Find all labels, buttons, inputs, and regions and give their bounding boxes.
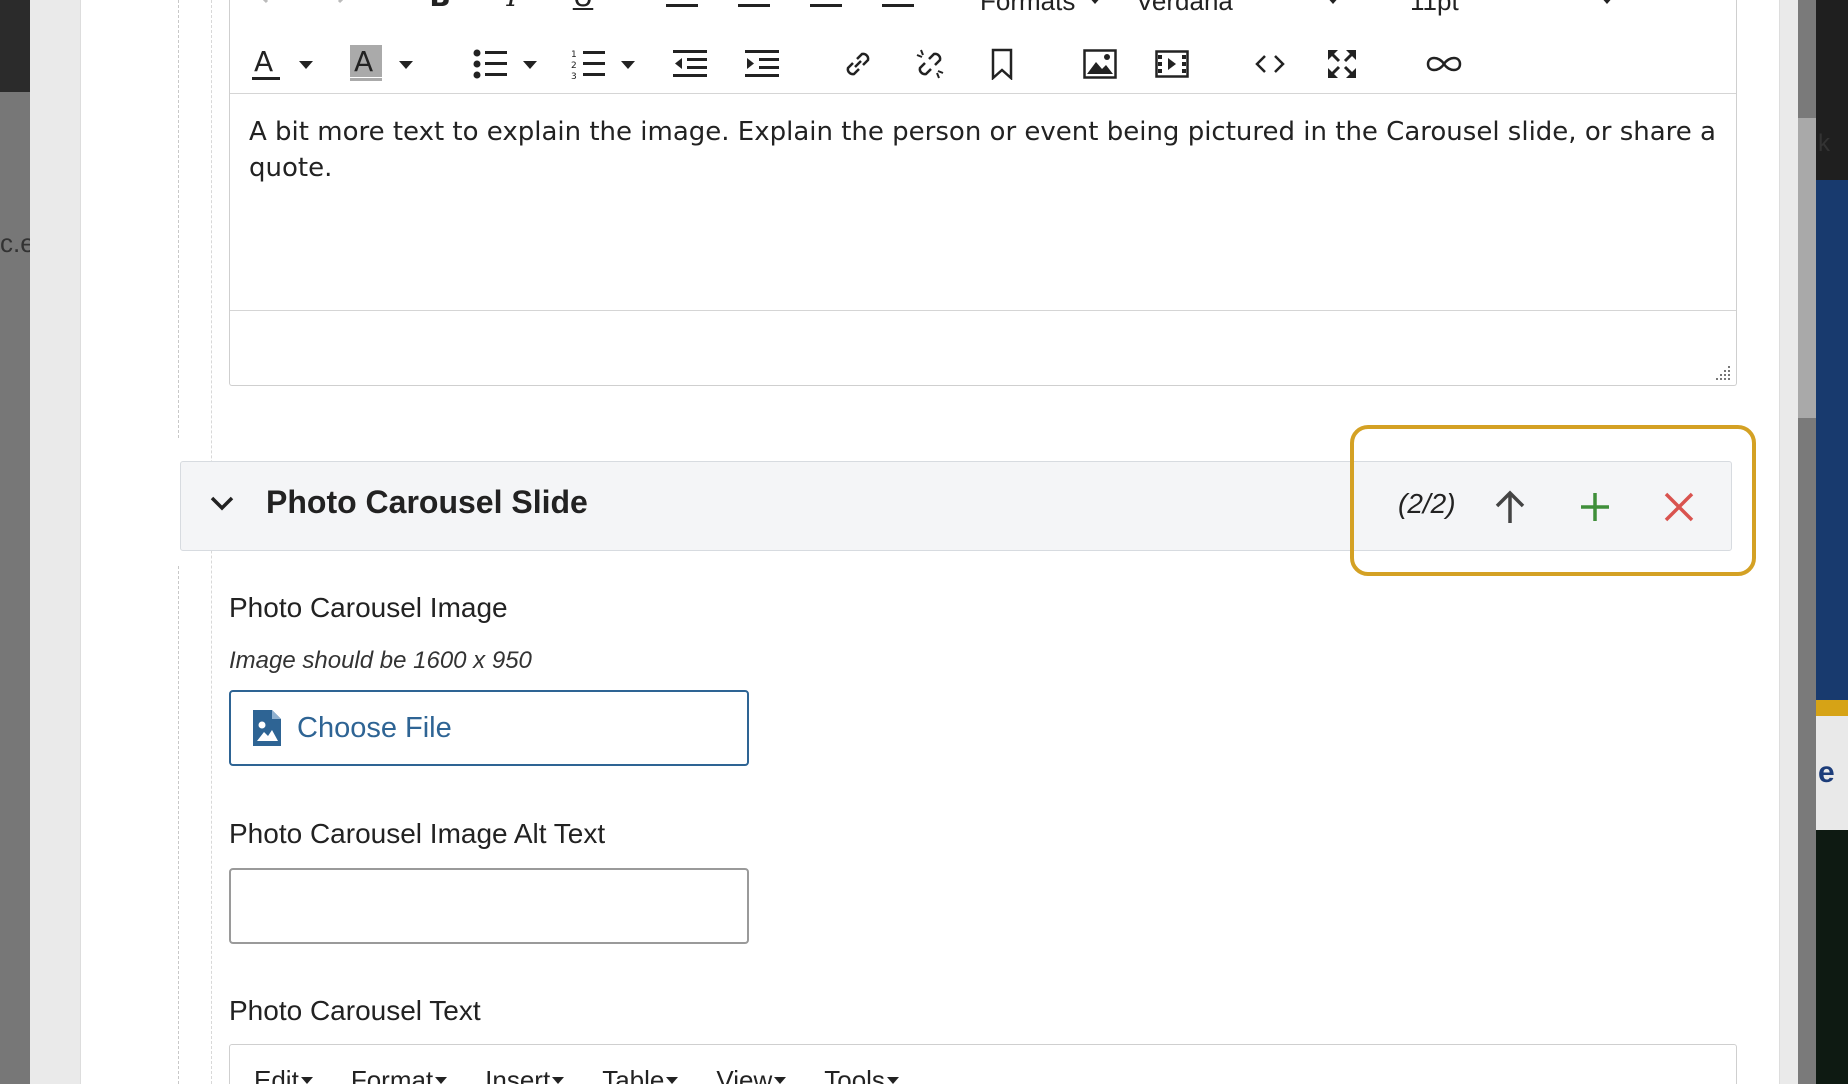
formats-dropdown[interactable]: Formats — [980, 0, 1102, 20]
chevron-down-icon — [886, 1077, 899, 1084]
editor-statusbar — [230, 310, 1736, 386]
editor-content[interactable]: A bit more text to explain the image. Ex… — [249, 114, 1719, 186]
svg-text:A: A — [354, 45, 373, 78]
menu-view[interactable]: View — [716, 1065, 787, 1084]
alt-text-input[interactable] — [229, 868, 749, 944]
chevron-down-icon — [299, 61, 313, 69]
align-justify-icon[interactable] — [878, 0, 918, 12]
embed-icon[interactable] — [1422, 44, 1466, 84]
focus-highlight — [1350, 425, 1756, 576]
font-size-dropdown[interactable]: 11pt — [1410, 0, 1620, 20]
highlight-color-dropdown[interactable] — [396, 50, 416, 80]
nesting-guide — [178, 566, 179, 1084]
chevron-down-icon — [1088, 0, 1102, 4]
bullet-list-dropdown[interactable] — [520, 50, 540, 80]
svg-text:A: A — [254, 45, 273, 78]
bullet-list-icon[interactable] — [470, 46, 510, 82]
svg-text:1: 1 — [571, 50, 577, 60]
chevron-down-icon — [666, 1077, 679, 1084]
chevron-down-icon — [552, 1077, 565, 1084]
background-page-header — [0, 0, 30, 92]
choose-file-button[interactable]: Choose File — [229, 690, 749, 766]
chevron-down-icon — [399, 61, 413, 69]
editor-toolbar-row-2: A A 123 — [230, 36, 1736, 94]
chevron-down-icon — [523, 61, 537, 69]
image-field-help: Image should be 1600 x 950 — [229, 647, 532, 674]
chevron-down-icon — [1600, 0, 1614, 4]
rich-text-editor-2: Edit Format Insert Table View Tools — [229, 1044, 1737, 1084]
carousel-text-label: Photo Carousel Text — [229, 995, 481, 1026]
image-icon[interactable] — [1080, 44, 1120, 84]
unlink-icon[interactable] — [910, 44, 950, 84]
video-icon[interactable] — [1152, 44, 1192, 84]
outdent-icon[interactable] — [670, 46, 710, 82]
menu-table[interactable]: Table — [602, 1065, 679, 1084]
bold-icon[interactable]: B — [420, 0, 460, 16]
numbered-list-icon[interactable]: 123 — [568, 46, 608, 82]
chevron-down-icon — [1326, 0, 1340, 4]
text-color-dropdown[interactable] — [296, 50, 316, 80]
fullscreen-icon[interactable] — [1322, 44, 1362, 84]
slide-title: Photo Carousel Slide — [266, 484, 588, 520]
redo-icon[interactable] — [316, 0, 356, 14]
chevron-down-icon — [300, 1077, 313, 1084]
chevron-down-icon — [774, 1077, 787, 1084]
align-right-icon[interactable] — [806, 0, 846, 12]
editor-toolbar-row-1: B I U Formats Verdana 11pt — [230, 0, 1736, 28]
highlight-color-icon[interactable]: A — [346, 44, 386, 84]
chevron-down-icon — [210, 496, 234, 511]
chevron-down-icon — [435, 1077, 448, 1084]
bookmark-icon[interactable] — [982, 44, 1022, 84]
align-center-icon[interactable] — [734, 0, 774, 12]
italic-icon[interactable]: I — [492, 0, 532, 16]
svg-text:2: 2 — [571, 61, 577, 71]
indent-icon[interactable] — [742, 46, 782, 82]
text-color-icon[interactable]: A — [246, 44, 286, 84]
rich-text-editor: B I U Formats Verdana 11pt A — [229, 0, 1737, 386]
numbered-list-dropdown[interactable] — [618, 50, 638, 80]
menu-insert[interactable]: Insert — [485, 1065, 565, 1084]
menu-edit[interactable]: Edit — [254, 1065, 313, 1084]
align-left-icon[interactable] — [662, 0, 702, 12]
choose-file-label: Choose File — [297, 711, 452, 744]
collapse-toggle[interactable] — [209, 494, 235, 516]
link-icon[interactable] — [838, 44, 878, 84]
nesting-guide — [178, 0, 179, 438]
background-text-fragment-right-2: e — [1818, 756, 1835, 789]
source-code-icon[interactable] — [1250, 44, 1290, 84]
image-field-label: Photo Carousel Image — [229, 592, 508, 623]
underline-icon[interactable]: U — [563, 0, 603, 16]
background-page-right: k e — [1798, 0, 1848, 1084]
resize-handle-icon[interactable] — [1714, 364, 1732, 382]
alt-text-label: Photo Carousel Image Alt Text — [229, 818, 606, 849]
svg-text:3: 3 — [571, 72, 577, 79]
menu-format[interactable]: Format — [351, 1065, 448, 1084]
file-image-icon — [253, 710, 281, 746]
background-text-fragment-right: k — [1818, 130, 1830, 157]
editor-menubar: Edit Format Insert Table View Tools — [254, 1065, 899, 1084]
undo-icon[interactable] — [250, 0, 290, 14]
font-family-dropdown[interactable]: Verdana — [1136, 0, 1346, 20]
menu-tools[interactable]: Tools — [824, 1065, 899, 1084]
chevron-down-icon — [621, 61, 635, 69]
